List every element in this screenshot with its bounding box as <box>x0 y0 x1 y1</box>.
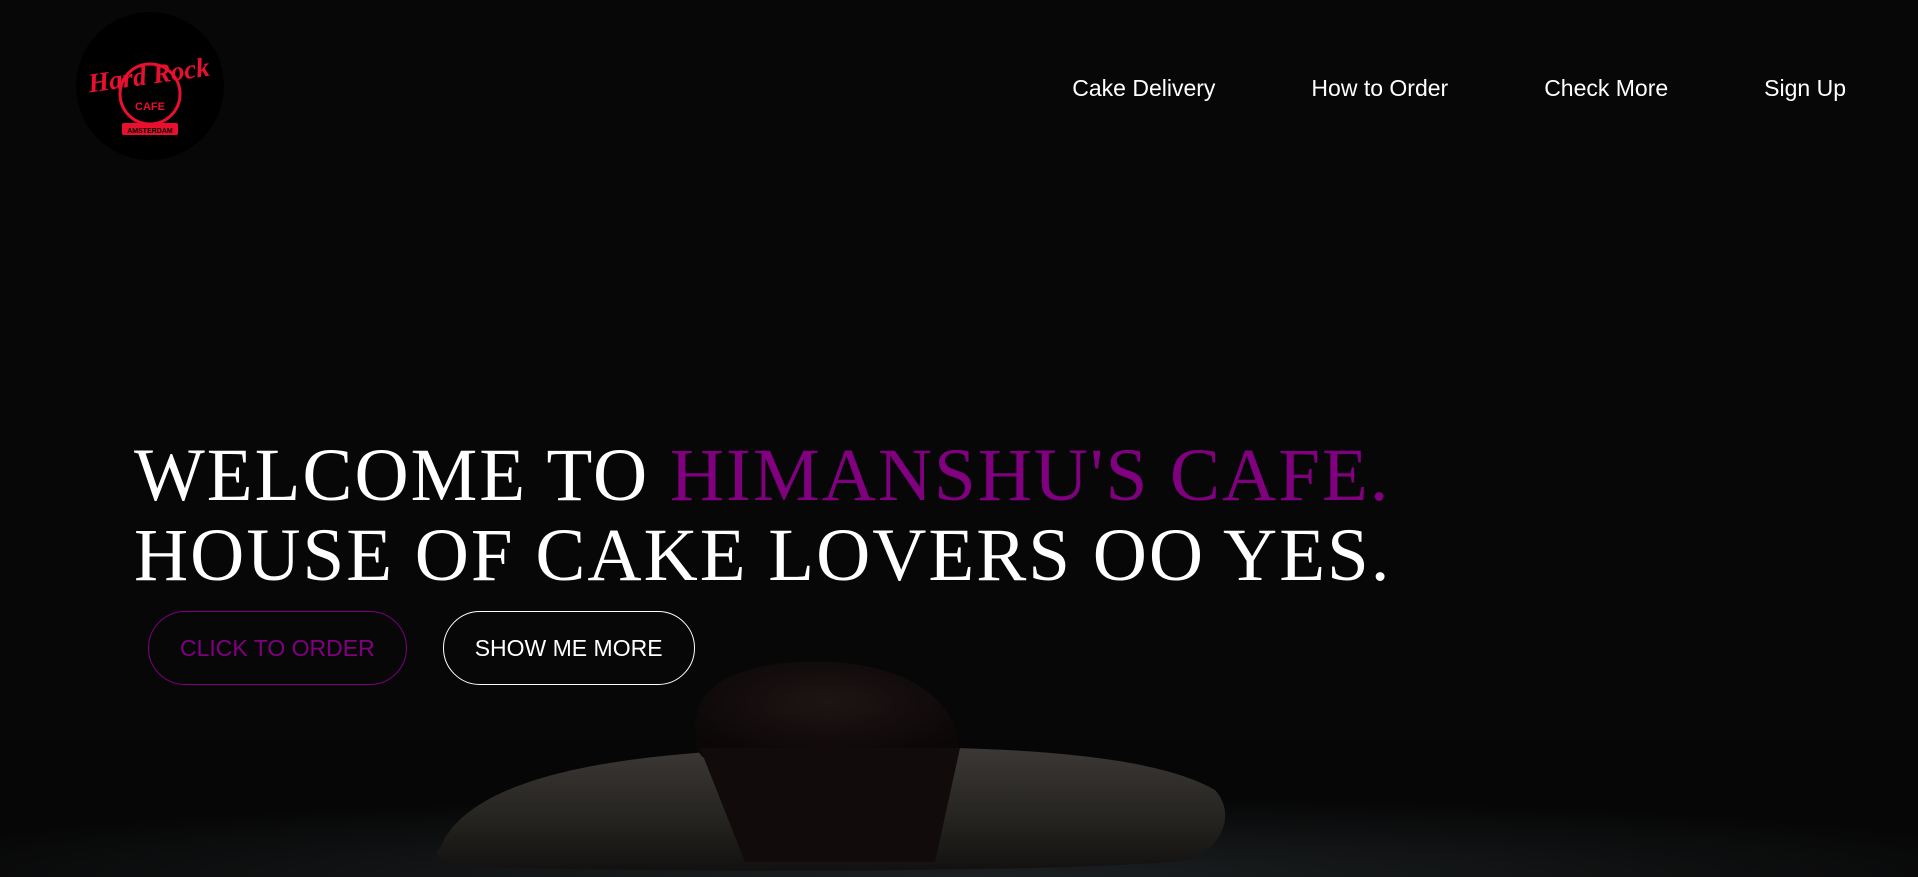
click-to-order-button[interactable]: CLICK TO ORDER <box>148 611 407 685</box>
headline-welcome-text: WELCOME TO <box>134 434 670 517</box>
main-nav: Cake Delivery How to Order Check More Si… <box>1072 74 1846 102</box>
hero-section: Hard Rock CAFE AMSTERDAM Cake Delivery H… <box>0 0 1918 877</box>
nav-link-how-to-order[interactable]: How to Order <box>1311 74 1448 102</box>
headline-line1: WELCOME TO HIMANSHU'S CAFE. <box>134 434 1391 517</box>
hero-actions: CLICK TO ORDER SHOW ME MORE <box>148 611 695 685</box>
hero-headline: WELCOME TO HIMANSHU'S CAFE. HOUSE OF CAK… <box>134 436 1391 596</box>
hard-rock-cafe-logo[interactable]: Hard Rock CAFE AMSTERDAM <box>76 12 224 160</box>
headline-cafe-name: HIMANSHU'S CAFE. <box>669 434 1391 517</box>
nav-link-sign-up[interactable]: Sign Up <box>1764 74 1846 102</box>
show-me-more-button[interactable]: SHOW ME MORE <box>442 611 695 685</box>
muffin-wrapper-shape <box>700 748 960 862</box>
nav-link-cake-delivery[interactable]: Cake Delivery <box>1072 74 1215 102</box>
nav-link-check-more[interactable]: Check More <box>1544 74 1668 102</box>
headline-line2: HOUSE OF CAKE LOVERS OO YES. <box>134 514 1392 597</box>
logo-cafe-text: CAFE <box>135 101 165 113</box>
logo-city-text: AMSTERDAM <box>127 128 173 135</box>
